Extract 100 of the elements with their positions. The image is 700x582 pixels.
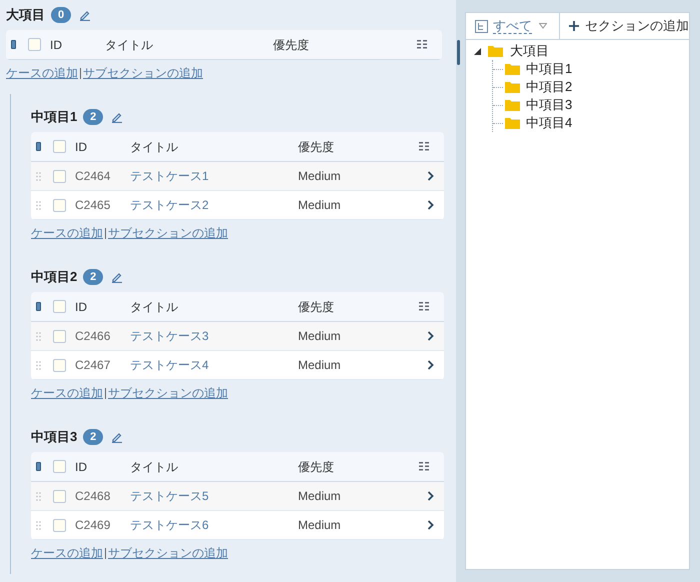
columns-menu-icon[interactable] bbox=[419, 142, 430, 151]
edit-icon[interactable] bbox=[79, 9, 91, 21]
priority-text: Medium bbox=[298, 518, 341, 532]
column-header[interactable]: タイトル bbox=[130, 140, 178, 154]
column-header[interactable]: タイトル bbox=[105, 38, 153, 52]
case-title-link[interactable]: テストケース2 bbox=[130, 198, 209, 212]
column-handle-icon[interactable] bbox=[36, 142, 41, 151]
columns-menu-icon[interactable] bbox=[419, 462, 430, 471]
drag-handle-icon[interactable] bbox=[36, 332, 41, 340]
plus-icon bbox=[569, 21, 579, 31]
add-link[interactable]: サブセクションの追加 bbox=[108, 544, 228, 562]
table-row[interactable]: C2464 テストケース1 Medium bbox=[31, 162, 444, 191]
section-title: 中項目2 bbox=[31, 268, 78, 286]
column-header[interactable]: ID bbox=[75, 300, 87, 314]
add-link[interactable]: ケースの追加 bbox=[31, 544, 103, 562]
edit-icon[interactable] bbox=[111, 431, 124, 443]
section-title: 中項目1 bbox=[31, 108, 78, 126]
expanded-triangle-icon[interactable] bbox=[474, 48, 484, 54]
checkbox[interactable] bbox=[53, 518, 66, 532]
drag-handle-icon[interactable] bbox=[36, 360, 41, 370]
resize-handle[interactable] bbox=[457, 40, 460, 65]
checkbox[interactable] bbox=[53, 490, 66, 502]
column-header[interactable]: 優先度 bbox=[298, 300, 334, 314]
add-section-button[interactable]: セクションの追加 bbox=[560, 13, 689, 39]
dropdown-caret-icon bbox=[539, 23, 547, 29]
count-badge: 2 bbox=[83, 269, 104, 285]
chevron-right-icon[interactable] bbox=[427, 331, 434, 341]
column-handle-icon[interactable] bbox=[11, 40, 16, 49]
column-header[interactable]: 優先度 bbox=[298, 460, 334, 474]
chevron-right-icon[interactable] bbox=[427, 491, 434, 501]
checkbox[interactable] bbox=[53, 358, 66, 372]
drag-handle-icon[interactable] bbox=[36, 492, 41, 500]
column-handle-icon[interactable] bbox=[36, 462, 41, 471]
table-row[interactable]: C2465 テストケース2 Medium bbox=[31, 191, 444, 220]
column-header[interactable]: ID bbox=[50, 38, 62, 52]
column-header[interactable]: 優先度 bbox=[273, 38, 309, 52]
column-header[interactable]: ID bbox=[75, 140, 87, 154]
add-link[interactable]: サブセクションの追加 bbox=[108, 224, 228, 242]
folder-icon bbox=[505, 63, 520, 75]
drag-handle-icon[interactable] bbox=[36, 520, 41, 530]
tree-item[interactable]: 大項目 bbox=[466, 42, 689, 60]
column-handle-icon[interactable] bbox=[36, 302, 41, 311]
folder-icon bbox=[505, 99, 520, 111]
checkbox[interactable] bbox=[53, 460, 66, 473]
tree-item[interactable]: 中項目3 bbox=[505, 95, 572, 115]
case-id: C2466 bbox=[75, 329, 110, 343]
table-row[interactable]: C2466 テストケース3 Medium bbox=[31, 322, 444, 351]
tree-item[interactable]: 中項目2 bbox=[505, 77, 572, 97]
column-header[interactable]: ID bbox=[75, 460, 87, 474]
edit-icon[interactable] bbox=[111, 111, 124, 123]
section-title: 中項目3 bbox=[31, 428, 78, 446]
priority-text: Medium bbox=[298, 198, 341, 212]
column-header[interactable]: タイトル bbox=[130, 460, 178, 474]
checkbox[interactable] bbox=[53, 198, 66, 212]
add-link[interactable]: ケースの追加 bbox=[6, 64, 78, 82]
case-id: C2469 bbox=[75, 518, 110, 532]
count-badge: 2 bbox=[83, 109, 104, 125]
columns-menu-icon[interactable] bbox=[417, 40, 428, 49]
case-title-link[interactable]: テストケース4 bbox=[130, 358, 209, 372]
add-link[interactable]: ケースの追加 bbox=[31, 224, 103, 242]
case-title-link[interactable]: テストケース3 bbox=[130, 329, 209, 343]
add-link[interactable]: サブセクションの追加 bbox=[108, 384, 228, 402]
priority-text: Medium bbox=[298, 329, 341, 343]
checkbox[interactable] bbox=[53, 300, 66, 313]
columns-menu-icon[interactable] bbox=[419, 302, 430, 311]
chevron-right-icon[interactable] bbox=[427, 171, 434, 181]
tree-item[interactable]: 中項目1 bbox=[505, 59, 572, 79]
table-row[interactable]: C2469 テストケース6 Medium bbox=[31, 511, 444, 540]
case-title-link[interactable]: テストケース1 bbox=[130, 169, 209, 183]
checkbox[interactable] bbox=[53, 140, 66, 153]
case-title-link[interactable]: テストケース6 bbox=[130, 518, 209, 532]
drag-handle-icon[interactable] bbox=[36, 172, 41, 180]
filter-dropdown[interactable]: すべて bbox=[466, 13, 560, 39]
case-title-link[interactable]: テストケース5 bbox=[130, 489, 209, 503]
case-id: C2465 bbox=[75, 198, 110, 212]
tree-view-icon bbox=[475, 20, 488, 32]
section-title: 大項目 bbox=[6, 6, 45, 24]
count-badge: 0 bbox=[51, 7, 71, 23]
case-id: C2468 bbox=[75, 489, 110, 503]
table-row[interactable]: C2468 テストケース5 Medium bbox=[31, 482, 444, 511]
folder-icon bbox=[505, 81, 520, 93]
add-link[interactable]: サブセクションの追加 bbox=[83, 64, 203, 82]
checkbox[interactable] bbox=[53, 330, 66, 342]
chevron-right-icon[interactable] bbox=[427, 200, 434, 210]
folder-icon bbox=[488, 45, 503, 57]
case-id: C2464 bbox=[75, 169, 110, 183]
table-row[interactable]: C2467 テストケース4 Medium bbox=[31, 351, 444, 380]
drag-handle-icon[interactable] bbox=[36, 200, 41, 210]
checkbox[interactable] bbox=[53, 170, 66, 182]
priority-text: Medium bbox=[298, 358, 341, 372]
column-header[interactable]: 優先度 bbox=[298, 140, 334, 154]
priority-text: Medium bbox=[298, 169, 341, 183]
chevron-right-icon[interactable] bbox=[427, 520, 434, 530]
edit-icon[interactable] bbox=[111, 271, 124, 283]
checkbox[interactable] bbox=[28, 38, 41, 51]
tree-item[interactable]: 中項目4 bbox=[505, 113, 572, 133]
count-badge: 2 bbox=[83, 429, 104, 445]
column-header[interactable]: タイトル bbox=[130, 300, 178, 314]
chevron-right-icon[interactable] bbox=[427, 360, 434, 370]
add-link[interactable]: ケースの追加 bbox=[31, 384, 103, 402]
